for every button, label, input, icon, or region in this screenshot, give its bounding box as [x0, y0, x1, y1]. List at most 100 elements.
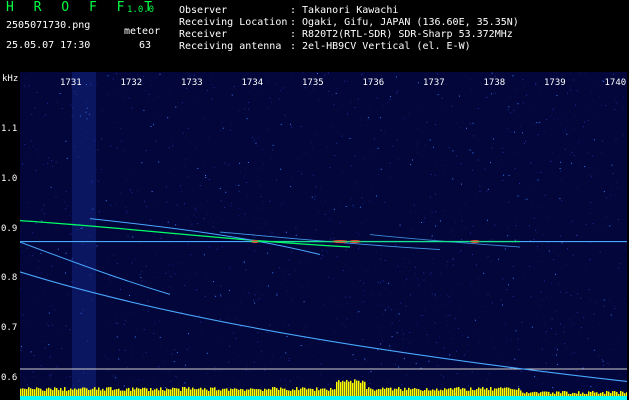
level-bar — [158, 390, 160, 396]
noise-speck — [467, 336, 469, 338]
level-bar — [366, 389, 368, 396]
noise-speck — [358, 159, 360, 161]
noise-speck — [397, 158, 399, 160]
noise-speck — [116, 336, 118, 338]
noise-speck — [548, 217, 550, 219]
level-bar — [132, 387, 134, 396]
noise-speck — [494, 75, 496, 77]
level-bar — [438, 390, 440, 396]
noise-speck — [524, 199, 525, 201]
noise-speck — [434, 174, 436, 176]
noise-speck — [69, 376, 71, 378]
noise-speck — [130, 190, 132, 192]
noise-speck — [355, 359, 356, 361]
noise-speck — [55, 161, 57, 163]
level-bar — [606, 391, 608, 396]
noise-speck — [539, 92, 541, 94]
noise-speck — [147, 300, 149, 302]
noise-speck — [247, 194, 249, 196]
noise-speck — [100, 168, 102, 170]
level-bar — [212, 387, 214, 396]
noise-speck — [338, 205, 340, 207]
noise-speck — [535, 84, 537, 86]
noise-speck — [503, 174, 505, 176]
noise-speck — [157, 206, 159, 208]
noise-speck — [328, 210, 330, 212]
noise-speck — [417, 325, 419, 327]
noise-speck — [589, 298, 591, 300]
level-bar — [200, 387, 202, 396]
level-bar — [34, 389, 36, 396]
noise-speck — [551, 318, 553, 320]
noise-speck — [129, 284, 131, 286]
noise-speck — [546, 296, 548, 298]
level-bar — [570, 394, 572, 396]
noise-speck — [47, 162, 49, 164]
noise-speck — [302, 72, 304, 74]
noise-speck — [205, 273, 207, 275]
noise-speck — [147, 97, 149, 99]
noise-speck — [575, 104, 577, 106]
level-bar — [398, 387, 400, 396]
noise-speck — [378, 326, 380, 327]
noise-speck — [396, 111, 397, 113]
level-bar — [248, 389, 250, 396]
noise-speck — [454, 221, 456, 223]
level-bar — [306, 389, 308, 396]
level-bar — [254, 389, 256, 396]
noise-speck — [229, 266, 231, 268]
noise-speck — [145, 281, 147, 283]
noise-speck — [380, 282, 382, 284]
noise-speck — [514, 358, 516, 360]
noise-speck — [558, 255, 560, 257]
noise-speck — [460, 163, 462, 165]
noise-speck — [502, 147, 504, 149]
noise-speck — [106, 358, 108, 360]
noise-speck — [435, 193, 436, 195]
level-bar — [412, 388, 414, 396]
noise-speck — [362, 73, 364, 75]
noise-speck — [569, 318, 571, 320]
noise-speck — [170, 381, 172, 383]
noise-speck — [96, 245, 98, 247]
noise-speck — [268, 107, 269, 109]
noise-speck — [192, 191, 194, 193]
noise-speck — [336, 142, 338, 144]
noise-speck — [491, 302, 493, 304]
noise-speck — [110, 145, 112, 147]
noise-speck — [455, 161, 457, 163]
noise-speck — [406, 266, 408, 268]
noise-speck — [225, 191, 227, 193]
noise-speck — [590, 213, 592, 214]
noise-speck — [510, 112, 512, 114]
noise-speck — [389, 345, 391, 347]
level-bar — [568, 393, 570, 396]
noise-speck — [530, 108, 532, 110]
noise-speck — [507, 363, 509, 365]
noise-speck — [147, 311, 149, 313]
noise-speck — [380, 129, 382, 131]
noise-speck — [228, 306, 230, 308]
noise-speck — [65, 376, 67, 378]
noise-speck — [159, 73, 161, 75]
noise-speck — [507, 109, 509, 111]
noise-speck — [266, 331, 268, 333]
noise-speck — [209, 179, 210, 180]
noise-speck — [135, 258, 137, 260]
level-bar — [40, 388, 42, 396]
signal-level-bars — [20, 379, 627, 400]
noise-speck — [231, 175, 233, 177]
noise-speck — [238, 110, 240, 112]
noise-speck — [115, 73, 117, 75]
noise-speck — [26, 384, 28, 386]
noise-speck — [317, 387, 319, 389]
noise-speck — [187, 217, 188, 219]
noise-speck — [208, 137, 210, 139]
noise-speck — [436, 365, 438, 367]
level-baseline — [20, 396, 627, 400]
noise-speck — [376, 195, 377, 197]
noise-speck — [380, 75, 382, 77]
noise-speck — [253, 139, 255, 141]
noise-speck — [563, 371, 564, 372]
noise-speck — [541, 299, 543, 301]
